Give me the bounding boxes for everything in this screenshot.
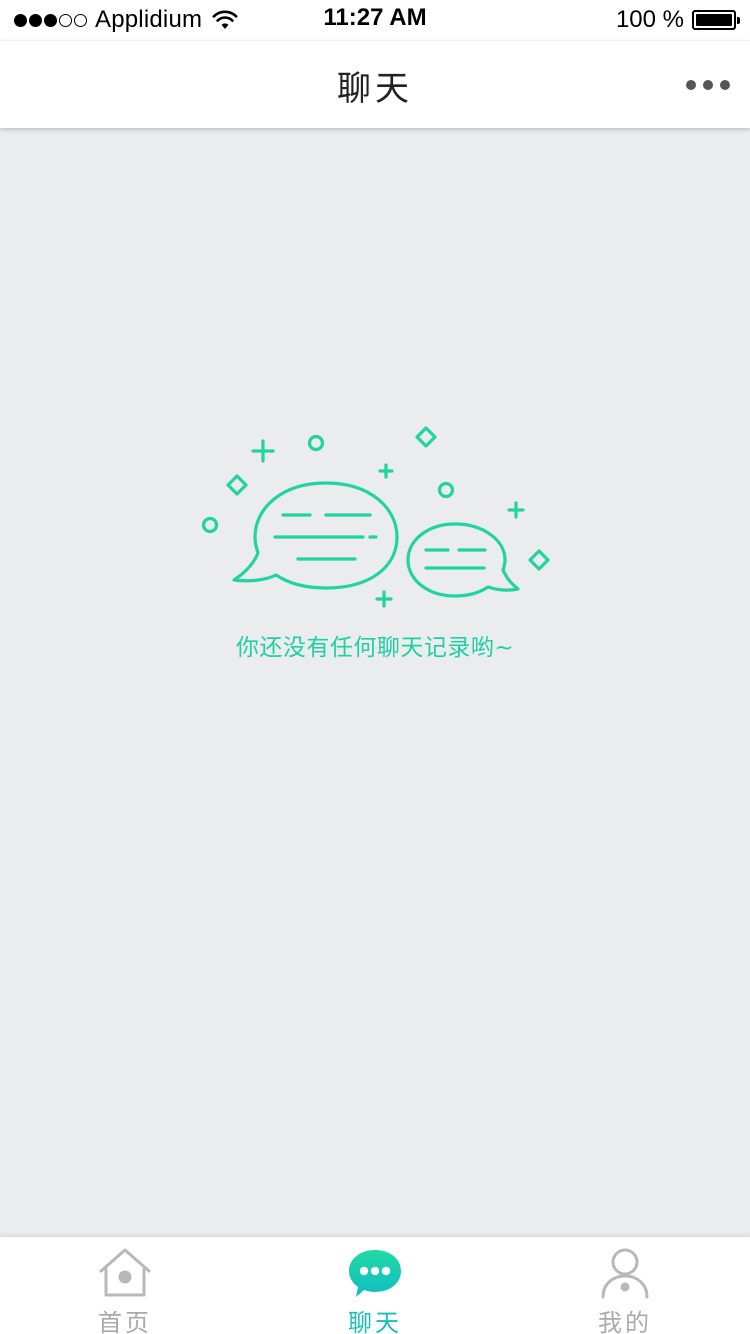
tab-label: 我的	[598, 1309, 652, 1334]
battery-percentage: 100 %	[615, 6, 684, 33]
tab-chat[interactable]: 聊天	[250, 1237, 500, 1334]
page-title: 聊天	[337, 69, 413, 109]
chat-icon	[349, 1250, 401, 1297]
status-bar: Applidium 11:27 AM 100 %	[0, 0, 750, 40]
tab-home[interactable]: 首页	[0, 1237, 250, 1334]
chat-screen: Applidium 11:27 AM 100 % 聊天 你还没有任何聊天记录哟~…	[0, 0, 750, 1334]
more-options-button[interactable]	[686, 77, 730, 93]
user-icon	[601, 1248, 649, 1299]
home-icon	[99, 1248, 151, 1297]
status-right: 100 %	[615, 6, 740, 34]
battery-icon	[692, 10, 740, 30]
tab-profile[interactable]: 我的	[500, 1237, 750, 1334]
ellipsis-icon	[686, 80, 696, 90]
empty-state-message: 你还没有任何聊天记录哟~	[235, 635, 515, 661]
chat-bubbles-illustration	[201, 426, 550, 608]
tab-label: 聊天	[348, 1309, 402, 1334]
navigation-bar: 聊天	[0, 40, 750, 128]
tab-bar: 首页 聊天 我的	[0, 1236, 750, 1334]
tab-label: 首页	[98, 1309, 152, 1334]
